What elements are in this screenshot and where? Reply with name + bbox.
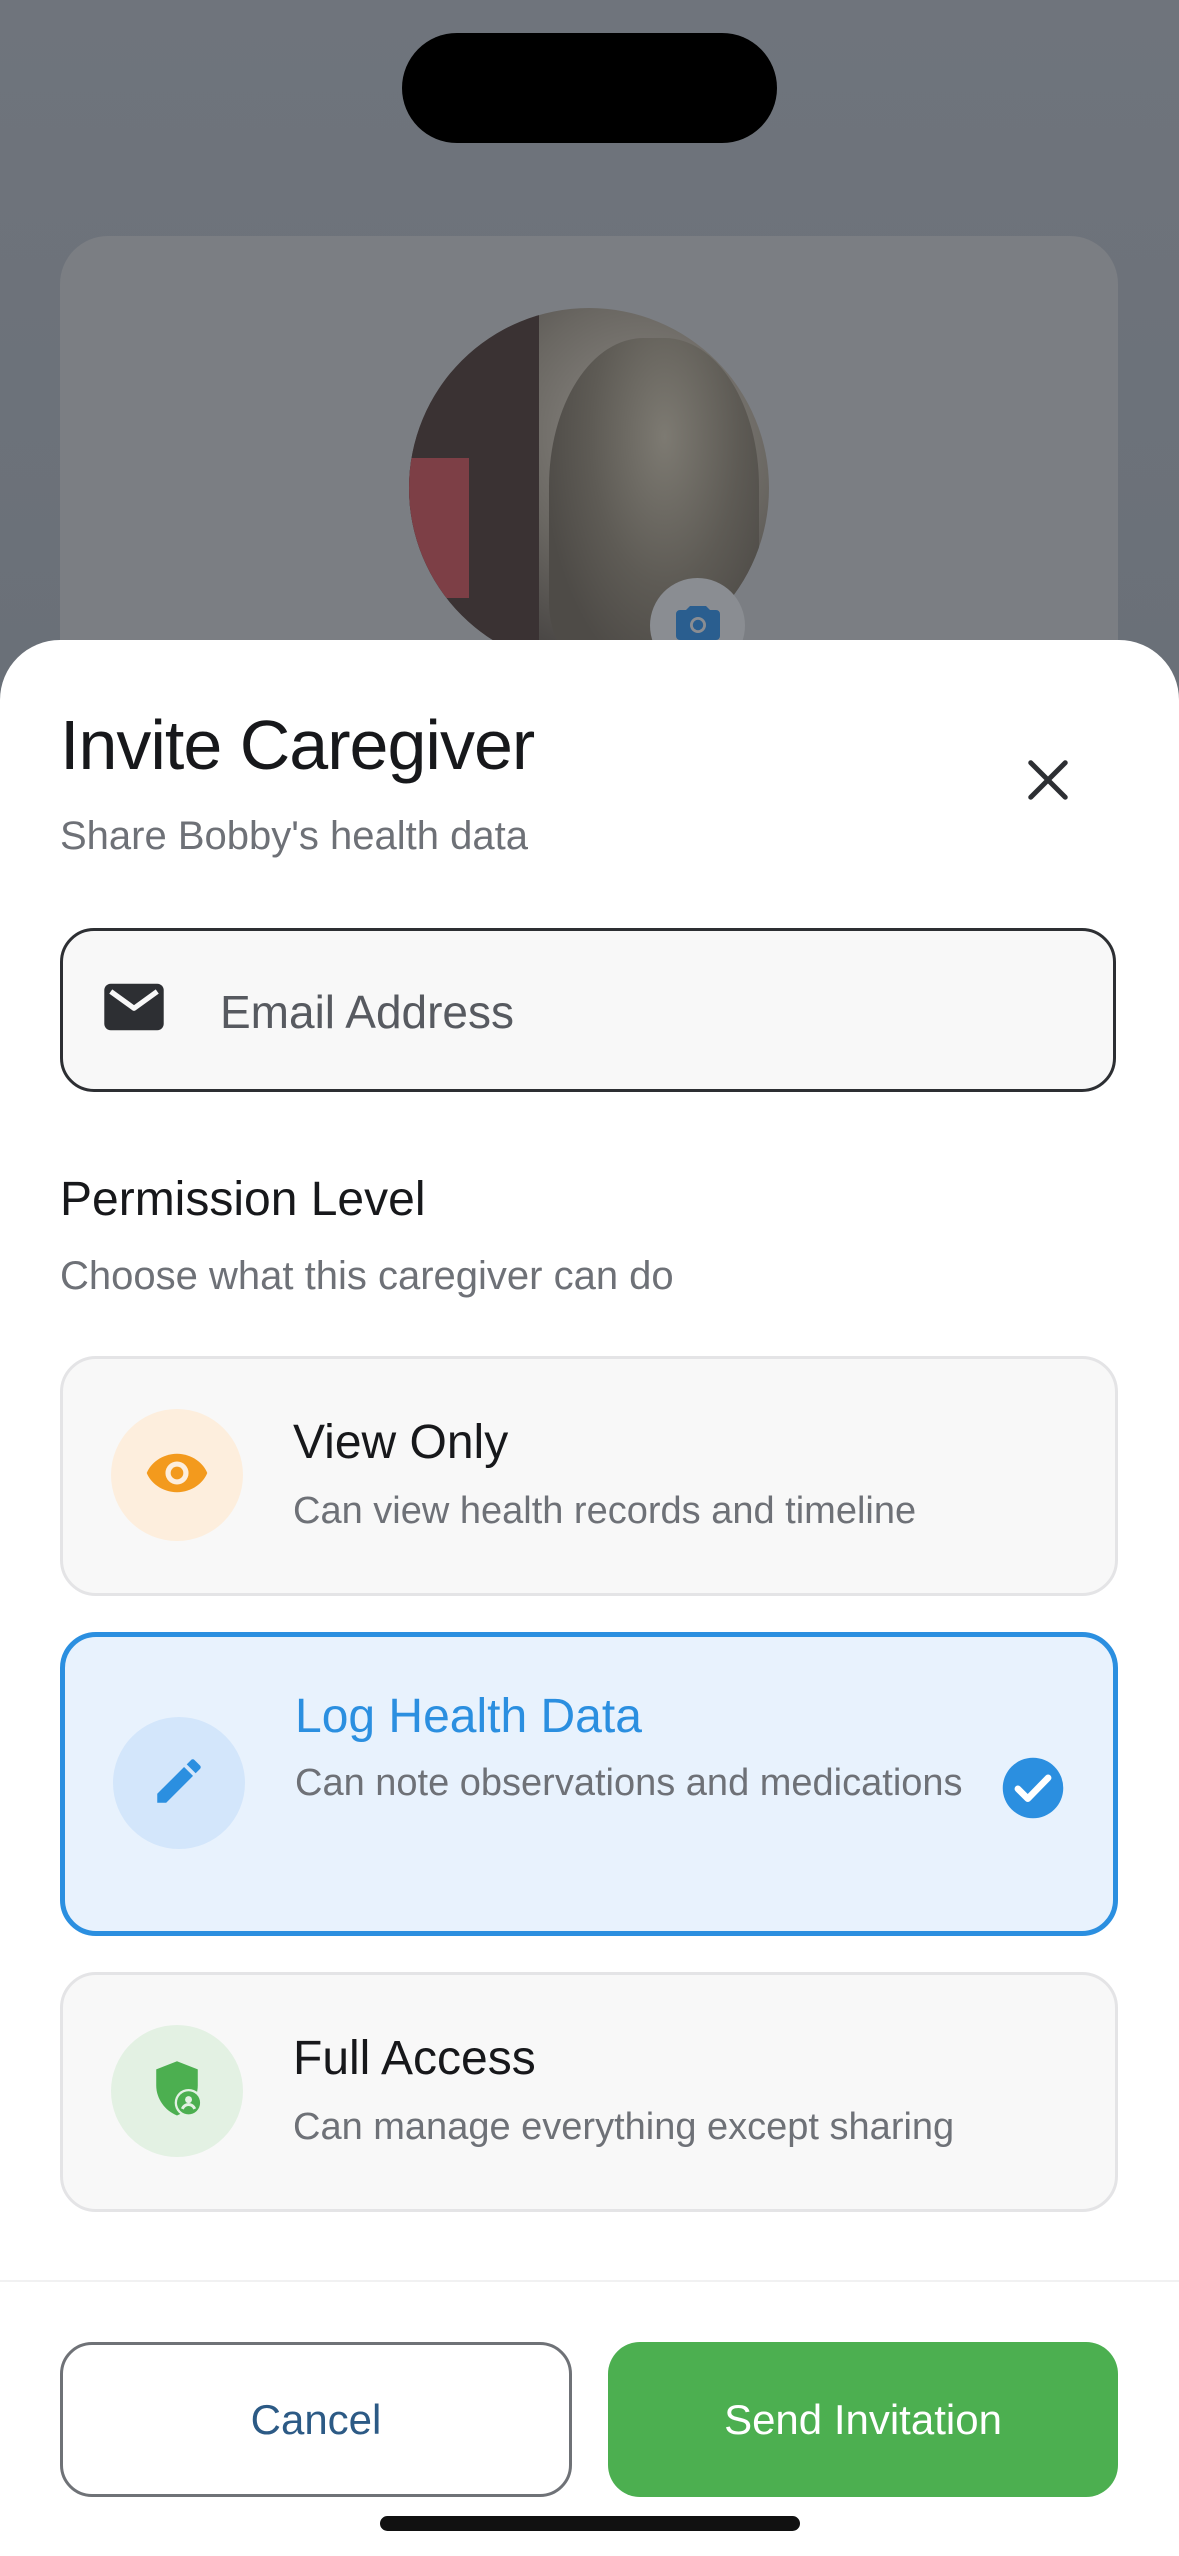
close-icon [1025, 757, 1071, 808]
option-label: View Only [293, 1416, 509, 1469]
close-button[interactable] [1010, 745, 1085, 820]
option-description: Can view health records and timeline [293, 1490, 917, 1532]
option-log-health-data[interactable]: Log Health Data Can note observations an… [60, 1632, 1118, 1936]
email-input[interactable] [218, 971, 1082, 1053]
shield-user-icon [149, 2059, 205, 2124]
permission-level-subtitle: Choose what this caregiver can do [60, 1254, 674, 1298]
cancel-button[interactable]: Cancel [60, 2342, 572, 2497]
option-view-only[interactable]: View Only Can view health records and ti… [60, 1356, 1118, 1596]
send-invitation-button[interactable]: Send Invitation [608, 2342, 1118, 2497]
option-description: Can manage everything except sharing [293, 2106, 955, 2148]
check-circle-icon [1000, 1755, 1066, 1821]
option-icon-circle [113, 1717, 245, 1849]
home-indicator [380, 2516, 800, 2531]
mail-icon [103, 981, 165, 1038]
option-icon-circle [111, 1409, 243, 1541]
dynamic-island [402, 33, 777, 143]
footer-divider [0, 2280, 1179, 2282]
option-label: Full Access [293, 2032, 536, 2085]
option-description: Can note observations and medications [295, 1762, 963, 1804]
sheet-title: Invite Caregiver [60, 706, 535, 784]
permission-level-title: Permission Level [60, 1173, 426, 1226]
pencil-icon [150, 1752, 208, 1815]
option-full-access[interactable]: Full Access Can manage everything except… [60, 1972, 1118, 2212]
email-field[interactable] [60, 928, 1116, 1092]
option-label: Log Health Data [295, 1690, 642, 1743]
option-icon-circle [111, 2025, 243, 2157]
eye-icon [144, 1450, 210, 1501]
sheet-subtitle: Share Bobby's health data [60, 814, 528, 858]
